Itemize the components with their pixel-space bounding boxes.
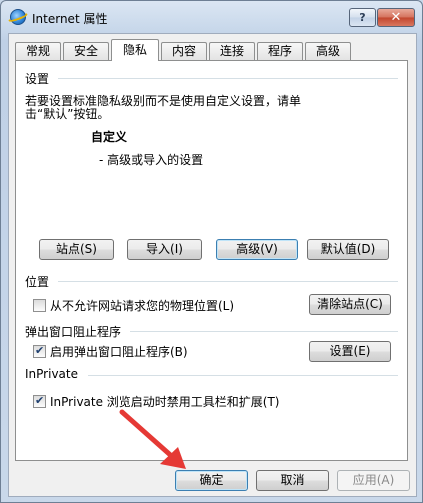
location-divider: [58, 281, 398, 282]
apply-button[interactable]: 应用(A): [337, 470, 410, 491]
dialog-content: 常规 安全 隐私 内容 连接 程序 高级 设置 若要设置标准隐私级别而不是使用自…: [8, 33, 417, 497]
popup-divider: [130, 331, 398, 332]
inprivate-divider: [88, 375, 398, 376]
settings-group-title: 设置: [25, 72, 50, 86]
popup-group-title: 弹出窗口阻止程序: [25, 325, 122, 339]
popup-blocker-label[interactable]: 启用弹出窗口阻止程序(B): [50, 343, 188, 360]
location-checkbox[interactable]: [33, 299, 46, 312]
privacy-level-detail: - 高级或导入的设置: [99, 153, 204, 167]
settings-description-line2: 击“默认”按钮。: [25, 107, 110, 121]
tab-programs[interactable]: 程序: [257, 42, 303, 60]
title-bar[interactable]: Internet 属性 ? ✕: [1, 1, 422, 33]
window-title: Internet 属性: [32, 12, 108, 26]
tab-security[interactable]: 安全: [63, 42, 109, 60]
settings-divider: [58, 78, 398, 79]
privacy-level-name: 自定义: [91, 130, 128, 144]
tab-content[interactable]: 内容: [161, 42, 207, 60]
location-checkbox-label[interactable]: 从不允许网站请求您的物理位置(L): [50, 297, 234, 314]
import-button[interactable]: 导入(I): [127, 239, 202, 260]
popup-settings-button[interactable]: 设置(E): [309, 341, 391, 362]
inprivate-group-title: InPrivate: [25, 367, 78, 381]
cancel-button[interactable]: 取消: [256, 470, 329, 491]
tab-privacy[interactable]: 隐私: [111, 39, 159, 61]
ok-button[interactable]: 确定: [175, 470, 248, 491]
location-group-title: 位置: [25, 275, 50, 289]
tab-general[interactable]: 常规: [15, 42, 61, 60]
advanced-button[interactable]: 高级(V): [216, 239, 298, 260]
popup-blocker-checkbox[interactable]: [33, 344, 46, 358]
internet-options-window: Internet 属性 ? ✕ 常规 安全 隐私 内容 连接 程序 高级 设置 …: [0, 0, 423, 503]
sites-button[interactable]: 站点(S): [39, 239, 114, 260]
inprivate-checkbox-label[interactable]: InPrivate 浏览启动时禁用工具栏和扩展(T): [50, 393, 280, 410]
tab-connections[interactable]: 连接: [209, 42, 255, 60]
clear-sites-button[interactable]: 清除站点(C): [309, 294, 391, 315]
internet-explorer-icon: [10, 9, 26, 25]
tab-advanced[interactable]: 高级: [305, 42, 351, 60]
default-button[interactable]: 默认值(D): [307, 239, 389, 260]
help-button[interactable]: ?: [349, 8, 376, 27]
privacy-panel: 设置 若要设置标准隐私级别而不是使用自定义设置，请单 击“默认”按钮。 自定义 …: [15, 60, 408, 461]
inprivate-checkbox[interactable]: [33, 394, 46, 408]
close-button[interactable]: ✕: [377, 8, 415, 27]
